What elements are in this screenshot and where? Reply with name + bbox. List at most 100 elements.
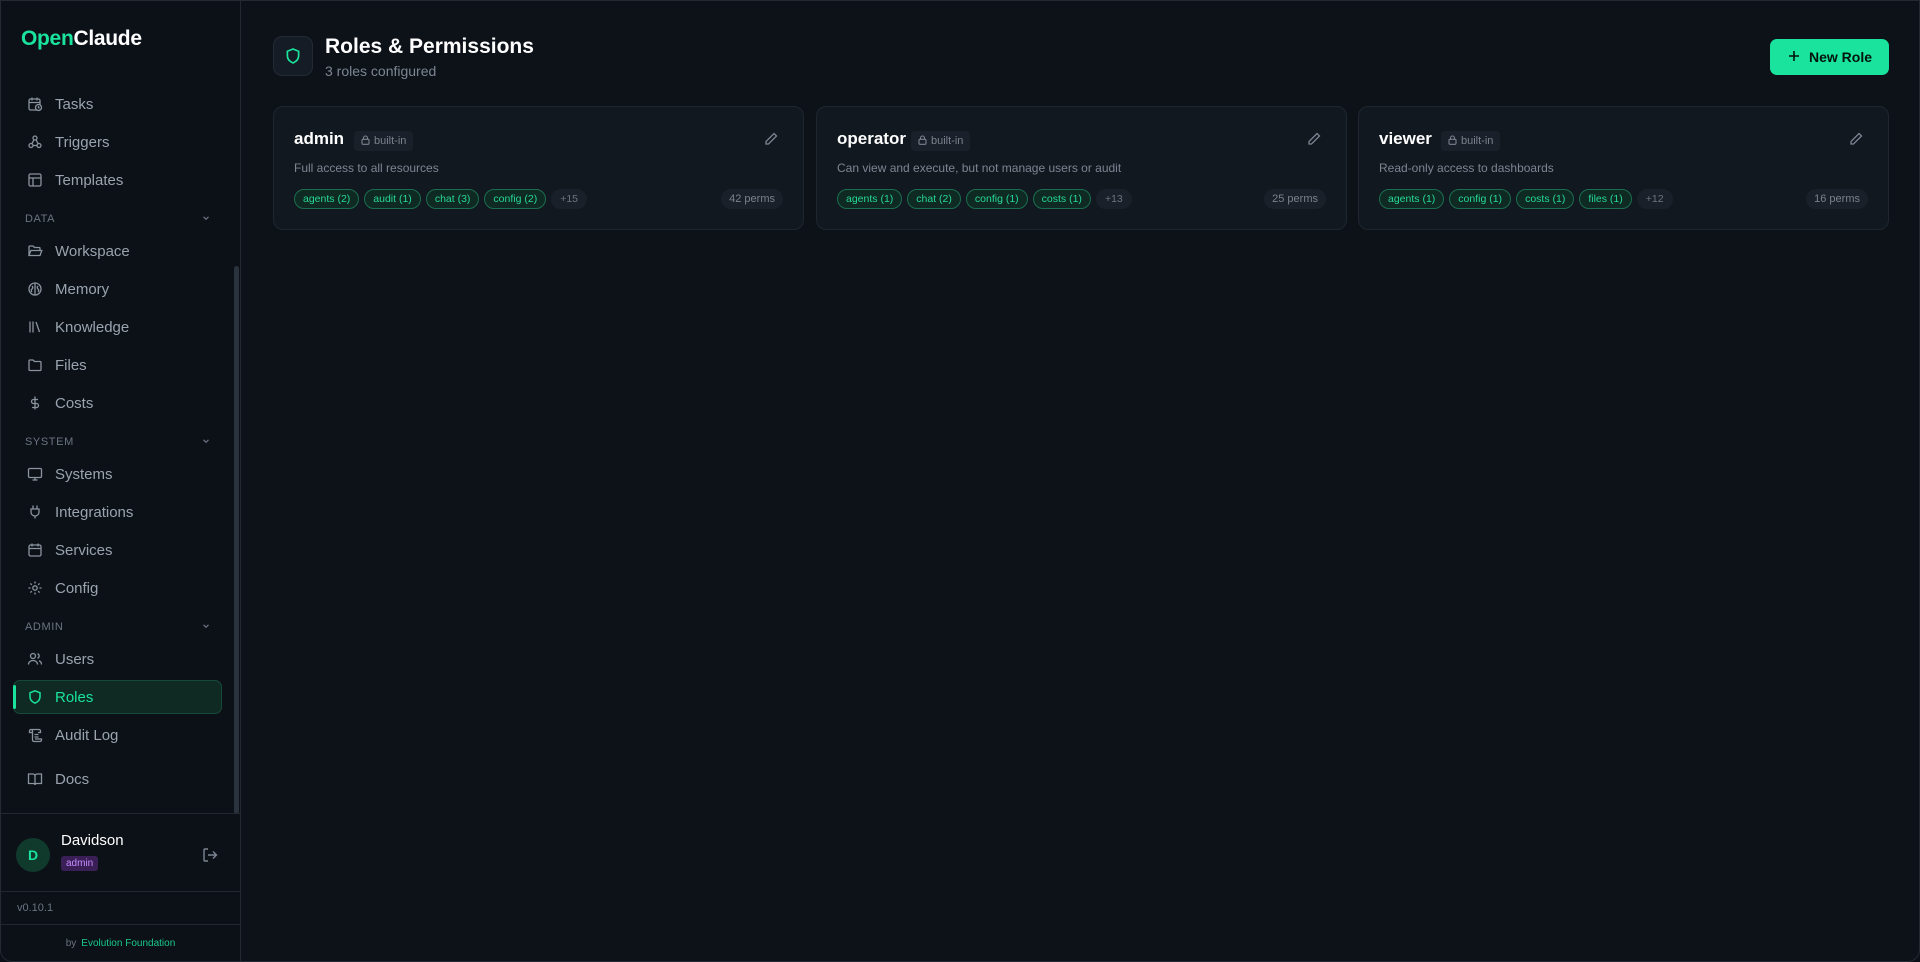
role-description: Read-only access to dashboards	[1379, 161, 1554, 175]
avatar[interactable]: D	[16, 838, 50, 872]
sidebar-item-triggers[interactable]: Triggers	[13, 125, 222, 159]
book-open-icon	[27, 771, 43, 787]
scroll-icon	[27, 727, 43, 743]
page-title: Roles & Permissions	[325, 35, 534, 58]
sidebar-item-templates[interactable]: Templates	[13, 163, 222, 197]
new-role-button[interactable]: New Role	[1770, 39, 1889, 75]
perms-count: 16 perms	[1806, 189, 1868, 209]
role-card-viewer[interactable]: viewer built-in Read-only access to dash…	[1358, 106, 1889, 230]
sidebar-item-label: Files	[55, 356, 87, 374]
plus-icon	[1787, 49, 1801, 66]
more-permissions-tag: +15	[551, 189, 588, 209]
shield-icon	[27, 689, 43, 705]
built-in-label: built-in	[1461, 135, 1494, 147]
sidebar-item-label: Costs	[55, 394, 94, 412]
section-label: ADMIN	[25, 621, 64, 633]
section-toggle-system[interactable]: SYSTEM	[25, 434, 211, 450]
sidebar-item-roles[interactable]: Roles	[13, 680, 222, 714]
sidebar-item-label: Users	[55, 650, 95, 668]
pencil-icon[interactable]	[1306, 131, 1322, 147]
sidebar-item-tasks[interactable]: Tasks	[13, 87, 222, 121]
permission-tag: costs (1)	[1032, 189, 1091, 209]
gear-icon	[27, 580, 43, 596]
sidebar-item-memory[interactable]: Memory	[13, 272, 222, 306]
sidebar-item-label: Systems	[55, 465, 113, 483]
sidebar-scrollbar[interactable]	[234, 266, 239, 814]
sidebar-item-docs[interactable]: Docs	[13, 762, 222, 796]
chevron-down-icon	[201, 436, 211, 449]
role-card-admin[interactable]: admin built-in Full access to all resour…	[273, 106, 804, 230]
logo-part-open: Open	[21, 27, 74, 50]
app-logo[interactable]: OpenClaude	[21, 27, 142, 51]
sidebar-item-label: Triggers	[55, 133, 110, 151]
role-name: operator	[837, 129, 906, 148]
user-panel: D Davidson admin	[1, 813, 240, 891]
permission-tag: config (1)	[1449, 189, 1512, 209]
webhook-icon	[27, 134, 43, 150]
logout-icon[interactable]	[201, 846, 219, 864]
sidebar-item-label: Docs	[55, 770, 90, 788]
sidebar-item-integrations[interactable]: Integrations	[13, 495, 222, 529]
lock-icon	[361, 134, 370, 148]
sidebar-item-label: Config	[55, 579, 99, 597]
sidebar-item-knowledge[interactable]: Knowledge	[13, 310, 222, 344]
lock-icon	[918, 134, 927, 148]
sidebar-item-label: Audit Log	[55, 726, 119, 744]
perms-count: 25 perms	[1264, 189, 1326, 209]
user-role-badge: admin	[61, 856, 99, 871]
permission-tag: chat (2)	[907, 189, 961, 209]
role-name: admin	[294, 129, 345, 148]
section-label: SYSTEM	[25, 436, 74, 448]
folder-open-icon	[27, 243, 43, 259]
sidebar-item-label: Templates	[55, 171, 124, 189]
user-name: Davidson	[61, 832, 124, 849]
section-toggle-data[interactable]: DATA	[25, 211, 211, 227]
built-in-label: built-in	[931, 135, 964, 147]
permission-tag: config (2)	[484, 189, 547, 209]
pencil-icon[interactable]	[763, 131, 779, 147]
role-name: viewer	[1379, 129, 1432, 148]
sidebar-item-config[interactable]: Config	[13, 571, 222, 605]
calendar-clock-icon	[27, 96, 43, 112]
sidebar: OpenClaude Tasks Triggers Templates DATA	[1, 1, 241, 961]
sidebar-item-files[interactable]: Files	[13, 348, 222, 382]
section-toggle-admin[interactable]: ADMIN	[25, 619, 211, 635]
role-description: Full access to all resources	[294, 161, 439, 175]
sidebar-item-label: Integrations	[55, 503, 134, 521]
footer-by: by	[65, 938, 77, 949]
permission-tag: audit (1)	[364, 189, 421, 209]
sidebar-item-systems[interactable]: Systems	[13, 457, 222, 491]
folder-icon	[27, 357, 43, 373]
sidebar-item-services[interactable]: Services	[13, 533, 222, 567]
more-permissions-tag: +13	[1095, 189, 1132, 209]
new-role-label: New Role	[1808, 49, 1872, 65]
chevron-down-icon	[201, 213, 211, 226]
page-subtitle: 3 roles configured	[325, 63, 437, 79]
shield-icon	[273, 36, 313, 76]
role-card-operator[interactable]: operator built-in Can view and execute, …	[816, 106, 1347, 230]
more-permissions-tag: +12	[1636, 189, 1673, 209]
brain-icon	[27, 281, 43, 297]
sidebar-item-label: Services	[55, 541, 113, 559]
section-label: DATA	[25, 213, 56, 225]
built-in-badge: built-in	[354, 131, 414, 151]
built-in-badge: built-in	[1441, 131, 1501, 151]
sidebar-item-label: Workspace	[55, 242, 130, 260]
permission-tag: agents (1)	[1379, 189, 1445, 209]
sidebar-item-costs[interactable]: Costs	[13, 386, 222, 420]
monitor-icon	[27, 466, 43, 482]
sidebar-item-label: Roles	[55, 688, 94, 706]
sidebar-item-workspace[interactable]: Workspace	[13, 234, 222, 268]
pencil-icon[interactable]	[1848, 131, 1864, 147]
perms-count: 42 perms	[721, 189, 783, 209]
permission-tags: agents (1) config (1) costs (1) files (1…	[1379, 189, 1673, 209]
permission-tags: agents (2) audit (1) chat (3) config (2)…	[294, 189, 588, 209]
permission-tag: agents (1)	[837, 189, 903, 209]
sidebar-item-audit-log[interactable]: Audit Log	[13, 718, 222, 752]
sidebar-item-label: Tasks	[55, 95, 94, 113]
app-version: v0.10.1	[1, 891, 240, 924]
sidebar-item-label: Memory	[55, 280, 110, 298]
sidebar-item-users[interactable]: Users	[13, 642, 222, 676]
footer-link[interactable]: Evolution Foundation	[81, 938, 175, 949]
logo-part-claude: Claude	[73, 27, 142, 50]
